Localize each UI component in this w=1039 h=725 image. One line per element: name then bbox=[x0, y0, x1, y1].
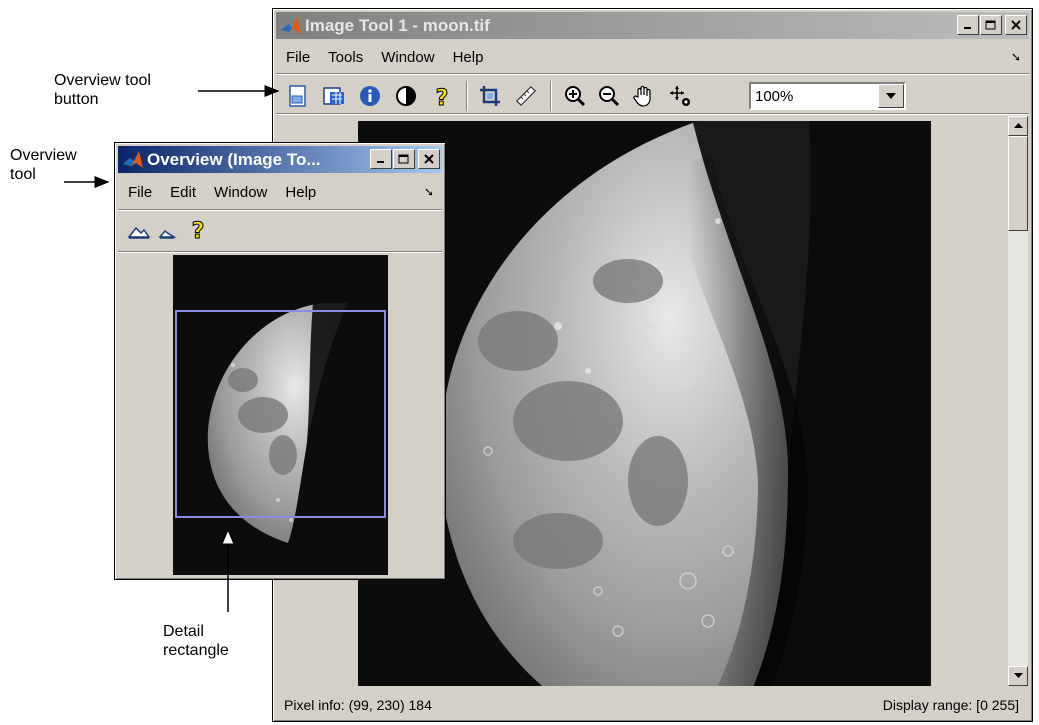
overview-menubar: File Edit Window Help ➘ bbox=[118, 177, 442, 207]
maximize-icon bbox=[398, 154, 409, 163]
pixel-info-icon[interactable] bbox=[668, 84, 692, 108]
menu-edit[interactable]: Edit bbox=[170, 184, 196, 201]
maximize-button[interactable] bbox=[980, 15, 1002, 35]
scroll-down-button[interactable] bbox=[1008, 666, 1028, 686]
zoom-out-icon[interactable] bbox=[597, 84, 621, 108]
zoom-in-overview-icon[interactable] bbox=[127, 219, 151, 243]
menu-window[interactable]: Window bbox=[214, 184, 267, 201]
maximize-button[interactable] bbox=[393, 149, 415, 169]
matlab-logo-icon bbox=[123, 150, 143, 168]
status-bar: Pixel info: (99, 230) 184 Display range:… bbox=[276, 691, 1029, 719]
menu-file[interactable]: File bbox=[128, 184, 152, 201]
crop-icon[interactable] bbox=[478, 84, 502, 108]
minimize-button[interactable] bbox=[370, 149, 392, 169]
close-icon bbox=[424, 154, 434, 164]
contrast-icon[interactable] bbox=[394, 84, 418, 108]
toolbar-separator bbox=[550, 81, 552, 111]
overview-window: Overview (Image To... File Edit Window H… bbox=[114, 142, 446, 580]
callout-text: Overview tool bbox=[54, 72, 151, 89]
minimize-icon bbox=[964, 27, 971, 29]
pan-icon[interactable] bbox=[632, 84, 656, 108]
help-icon[interactable]: ? bbox=[186, 217, 210, 242]
close-button[interactable] bbox=[1005, 15, 1027, 35]
overview-titlebar[interactable]: Overview (Image To... bbox=[118, 146, 442, 173]
callout-overview-tool: Overview tool bbox=[10, 146, 77, 184]
menu-window[interactable]: Window bbox=[381, 49, 434, 66]
zoom-dropdown-button[interactable] bbox=[878, 84, 904, 108]
callout-text: button bbox=[54, 91, 99, 108]
zoom-level-value: 100% bbox=[755, 88, 794, 105]
window-title: Overview (Image To... bbox=[147, 149, 321, 169]
close-icon bbox=[1011, 20, 1021, 30]
callout-text: rectangle bbox=[163, 642, 229, 659]
overview-toolbar: ? bbox=[118, 213, 442, 249]
zoom-out-overview-icon[interactable] bbox=[155, 219, 179, 243]
image-tool-toolbar: ? 100% bbox=[276, 75, 1029, 113]
menu-help[interactable]: Help bbox=[453, 49, 484, 66]
menu-tools[interactable]: Tools bbox=[328, 49, 363, 66]
svg-text:?: ? bbox=[436, 86, 449, 108]
arrow-down-icon bbox=[1013, 673, 1023, 678]
image-tool-titlebar[interactable]: Image Tool 1 - moon.tif bbox=[276, 12, 1029, 39]
display-range-text: Display range: [0 255] bbox=[882, 697, 1019, 713]
zoom-level-combobox[interactable]: 100% bbox=[749, 82, 906, 110]
menu-file[interactable]: File bbox=[286, 49, 310, 66]
overview-icon[interactable] bbox=[286, 84, 310, 108]
callout-text: Detail bbox=[163, 623, 204, 640]
matlab-logo-icon bbox=[281, 16, 301, 34]
toolbar-divider bbox=[276, 113, 1029, 115]
maximize-icon bbox=[985, 20, 996, 29]
minimize-button[interactable] bbox=[957, 15, 979, 35]
toolbar-separator bbox=[466, 81, 468, 111]
help-icon[interactable]: ? bbox=[430, 84, 454, 109]
scroll-up-button[interactable] bbox=[1008, 116, 1028, 136]
image-tool-menubar: File Tools Window Help ➘ bbox=[276, 42, 1029, 72]
window-title: Image Tool 1 - moon.tif bbox=[305, 15, 490, 35]
pixel-info-text: Pixel info: (99, 230) 184 bbox=[284, 697, 432, 713]
callout-overview-tool-button: Overview tool button bbox=[54, 71, 151, 109]
menu-help[interactable]: Help bbox=[285, 184, 316, 201]
close-button[interactable] bbox=[418, 149, 440, 169]
arrow-up-icon bbox=[1013, 123, 1023, 128]
detail-rectangle[interactable] bbox=[175, 310, 386, 518]
pixel-region-icon[interactable] bbox=[322, 84, 346, 108]
scrollbar-thumb[interactable] bbox=[1008, 136, 1028, 231]
image-info-icon[interactable] bbox=[358, 84, 382, 108]
zoom-in-icon[interactable] bbox=[563, 84, 587, 108]
vertical-scrollbar[interactable] bbox=[1008, 116, 1028, 686]
callout-text: tool bbox=[10, 166, 36, 183]
dock-arrow-icon[interactable]: ➘ bbox=[1011, 50, 1021, 64]
menubar-divider bbox=[118, 209, 442, 211]
svg-text:?: ? bbox=[192, 219, 205, 241]
toolbar-divider bbox=[118, 251, 442, 253]
minimize-icon bbox=[377, 161, 384, 163]
callout-detail-rectangle: Detail rectangle bbox=[163, 622, 229, 660]
callout-text: Overview bbox=[10, 147, 77, 164]
overview-image[interactable] bbox=[173, 255, 388, 575]
chevron-down-icon bbox=[886, 93, 896, 99]
dock-arrow-icon[interactable]: ➘ bbox=[424, 185, 434, 199]
distance-tool-icon[interactable] bbox=[514, 84, 538, 108]
